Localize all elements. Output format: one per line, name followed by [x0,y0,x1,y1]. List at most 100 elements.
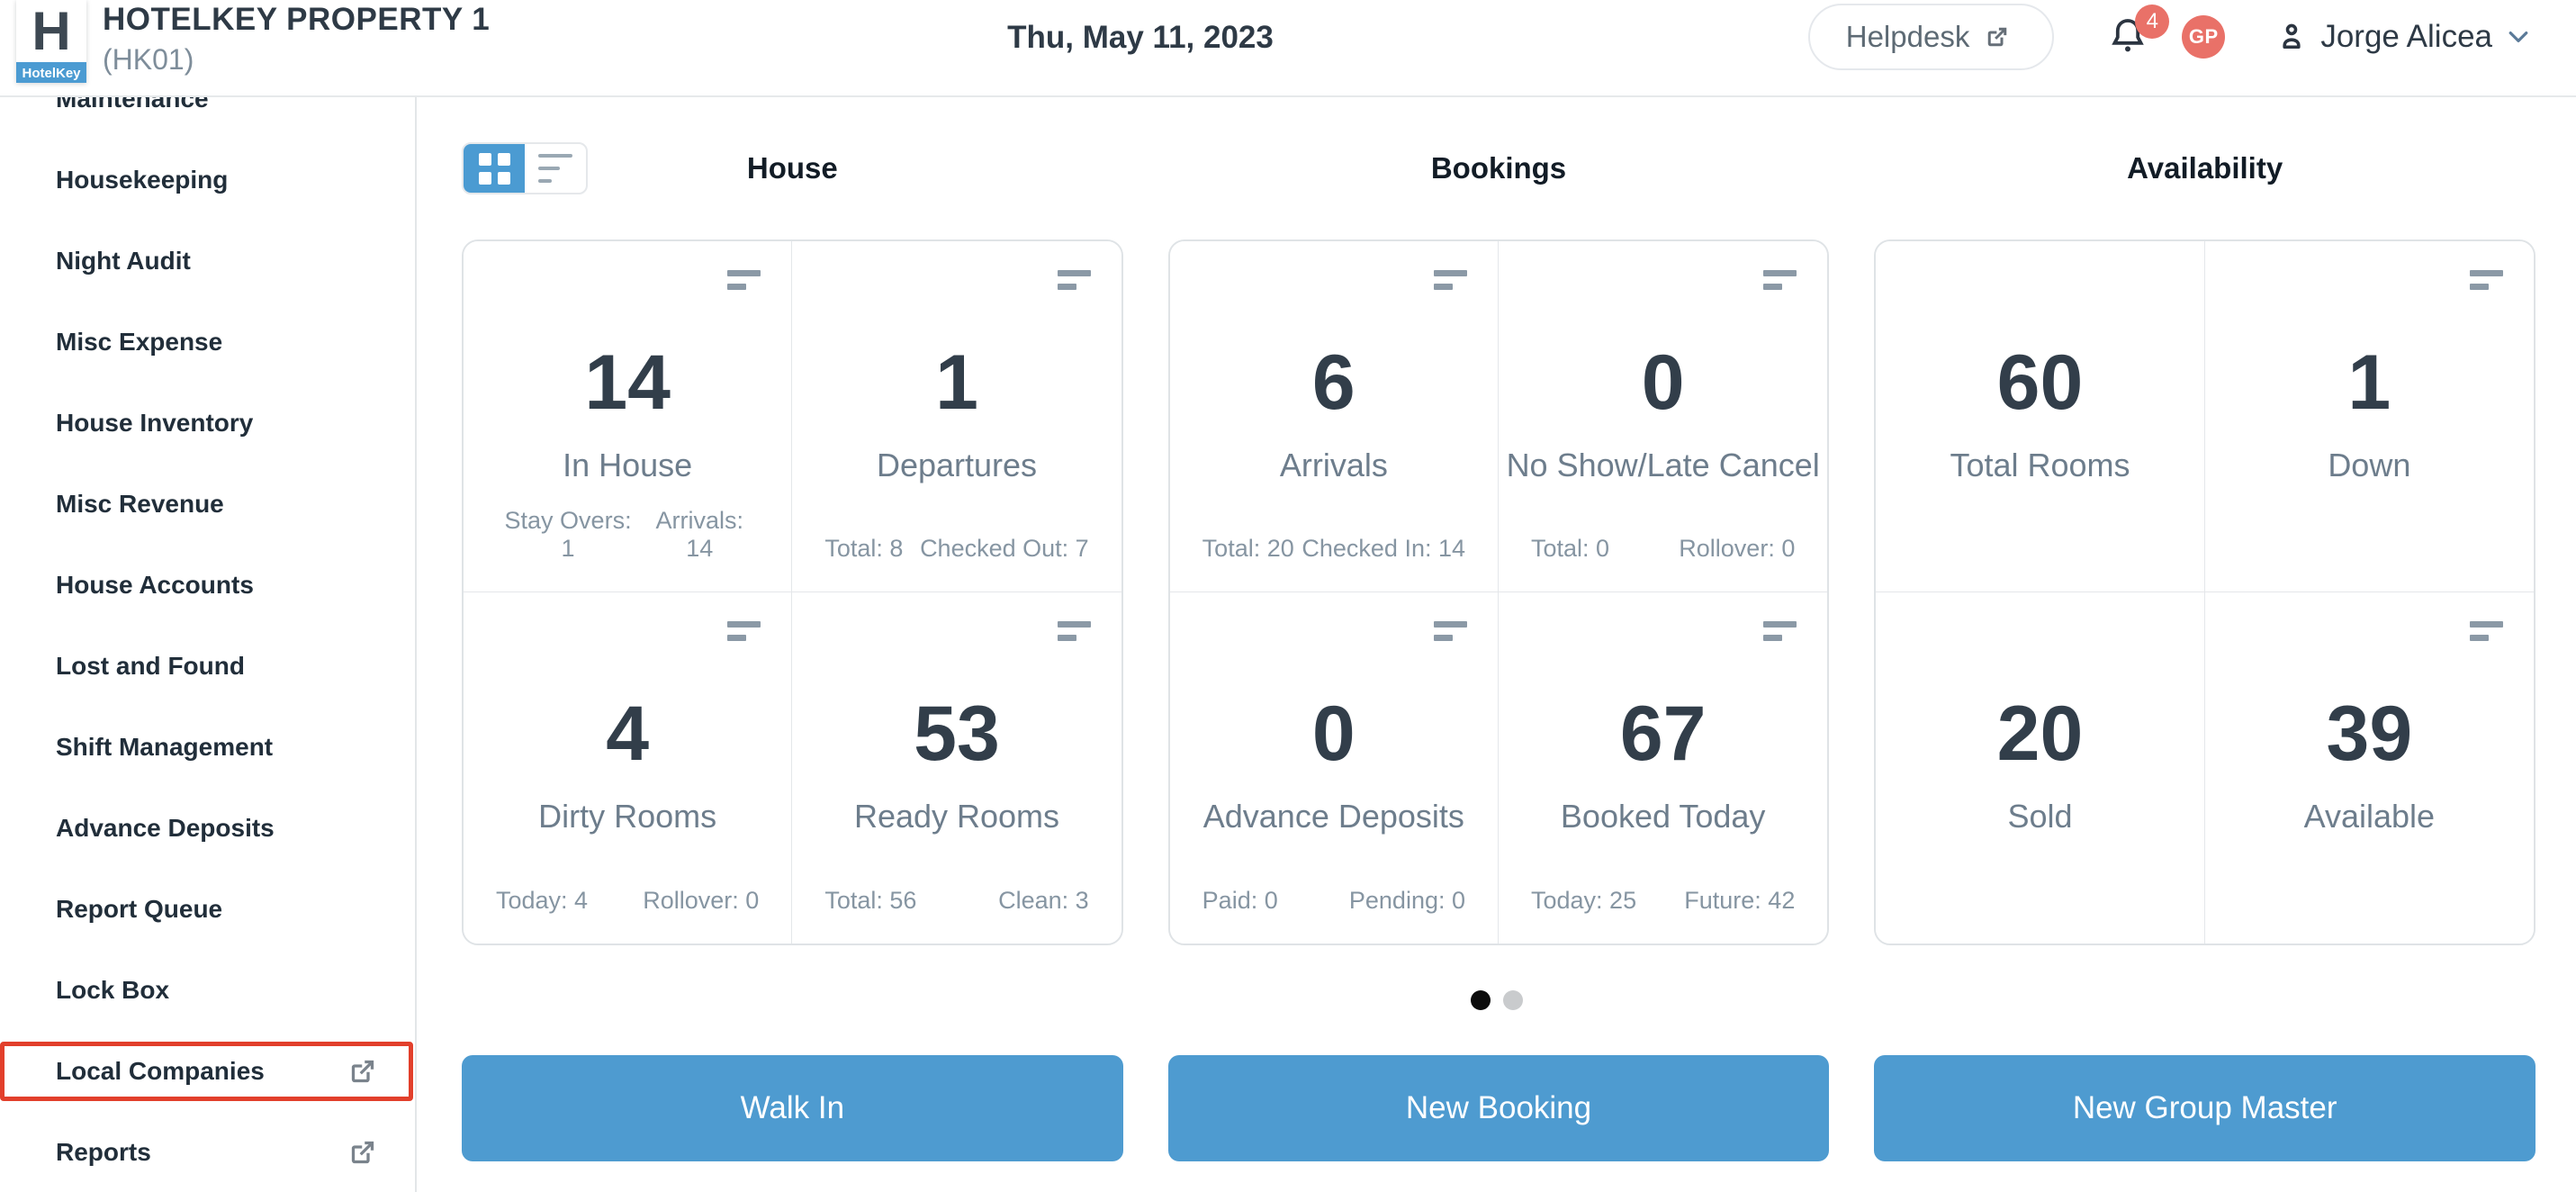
new-group-master-button[interactable]: New Group Master [1874,1055,2535,1161]
sidebar-item-misc-revenue[interactable]: Misc Revenue [0,464,415,545]
card-footer-left: Total: 8 [824,535,903,563]
carousel-dot-2[interactable] [1503,990,1523,1010]
notifications-button[interactable]: 4 [2106,14,2149,60]
sidebar-item-house-inventory[interactable]: House Inventory [0,383,415,464]
card-total-rooms[interactable]: 60 Total Rooms [1876,241,2204,592]
sidebar-item-report-queue[interactable]: Report Queue [0,869,415,950]
card-dirty-rooms[interactable]: 4 Dirty Rooms Today: 4 Rollover: 0 [464,592,792,944]
card-footer-left: Stay Overs: 1 [496,507,640,563]
card-label: Available [2205,798,2534,835]
property-name: HOTELKEY PROPERTY 1 [103,2,490,38]
sidebar-item-housekeeping[interactable]: Housekeeping [0,140,415,221]
sidebar-item-misc-expense[interactable]: Misc Expense [0,302,415,383]
card-down[interactable]: 1 Down [2205,241,2534,592]
card-stats-icon[interactable] [1763,270,1797,290]
card-label: Total Rooms [1876,447,2203,484]
sidebar-item-house-accounts[interactable]: House Accounts [0,545,415,626]
sidebar-item-label: Advance Deposits [56,814,275,843]
card-value: 1 [2205,342,2534,423]
sidebar-item-local-companies[interactable]: Local Companies [0,1031,415,1112]
card-stats-icon[interactable] [2470,621,2503,641]
card-in-house[interactable]: 14 In House Stay Overs: 1 Arrivals: 14 [464,241,792,592]
card-no-show-late-cancel[interactable]: 0 No Show/Late Cancel Total: 0 Rollover:… [1499,241,1827,592]
sidebar-item-label: Shift Management [56,733,273,762]
sidebar-item-label: Housekeeping [56,166,228,194]
sidebar-item-advance-deposits[interactable]: Advance Deposits [0,788,415,869]
card-value: 14 [464,342,791,423]
sidebar-item-label: House Inventory [56,409,253,438]
card-label: In House [464,447,791,484]
list-view-icon [538,154,572,183]
sidebar-item-reports[interactable]: Reports [0,1112,415,1192]
logo-letter: H [16,0,86,62]
view-toggle [462,142,588,194]
card-value: 1 [792,342,1121,423]
card-footer-left: Paid: 0 [1202,887,1278,915]
sidebar-item-maintenance[interactable]: Maintenance [0,97,415,140]
card-advance-deposits[interactable]: 0 Advance Deposits Paid: 0 Pending: 0 [1170,592,1499,944]
avatar[interactable]: GP [2182,15,2225,59]
sidebar-nav: Maintenance Housekeeping Night Audit Mis… [0,97,415,1192]
chevron-down-icon [2505,23,2532,50]
sidebar-item-label: Misc Expense [56,328,222,357]
card-footer-right: Checked Out: 7 [920,535,1089,563]
card-stats-icon[interactable] [727,621,761,641]
card-sold[interactable]: 20 Sold [1876,592,2204,944]
walk-in-button[interactable]: Walk In [462,1055,1123,1161]
card-label: Departures [792,447,1121,484]
card-label: Advance Deposits [1170,798,1498,835]
helpdesk-button[interactable]: Helpdesk [1808,4,2055,70]
card-value: 4 [464,693,791,774]
sidebar-item-label: House Accounts [56,571,254,600]
card-stats-icon[interactable] [727,270,761,290]
grid-view-button[interactable] [464,144,525,193]
card-footer-right: Clean: 3 [998,887,1089,915]
card-footer-left: Total: 0 [1531,535,1609,563]
sidebar-item-label: Night Audit [56,247,191,275]
property-code: (HK01) [103,43,490,77]
section-house: House 14 In House Stay Overs: 1 Arrivals… [462,97,1123,945]
section-headers-row: House 14 In House Stay Overs: 1 Arrivals… [417,97,2576,945]
card-stats-icon[interactable] [1058,270,1091,290]
list-view-button[interactable] [525,144,586,193]
card-label: Ready Rooms [792,798,1121,835]
card-stats-icon[interactable] [1058,621,1091,641]
card-value: 53 [792,693,1121,774]
sidebar-item-night-audit[interactable]: Night Audit [0,221,415,302]
sidebar-item-label: Reports [56,1138,151,1167]
top-header: H HotelKey HOTELKEY PROPERTY 1 (HK01) Th… [0,0,2576,97]
card-value: 0 [1499,342,1827,423]
grid-view-icon [479,153,510,185]
sidebar-item-lock-box[interactable]: Lock Box [0,950,415,1031]
card-label: Sold [1876,798,2203,835]
new-booking-button[interactable]: New Booking [1168,1055,1830,1161]
hotelkey-logo[interactable]: H HotelKey [16,0,86,83]
sidebar-item-shift-management[interactable]: Shift Management [0,707,415,788]
card-value: 20 [1876,693,2203,774]
sidebar-item-lost-and-found[interactable]: Lost and Found [0,626,415,707]
logo-brand-label: HotelKey [16,62,86,83]
card-booked-today[interactable]: 67 Booked Today Today: 25 Future: 42 [1499,592,1827,944]
card-stats-icon[interactable] [1434,270,1467,290]
card-departures[interactable]: 1 Departures Total: 8 Checked Out: 7 [792,241,1121,592]
card-stats-icon[interactable] [2470,270,2503,290]
sidebar-item-label: Report Queue [56,895,222,924]
user-name: Jorge Alicea [2320,19,2492,55]
carousel-dot-1[interactable] [1471,990,1491,1010]
card-footer-right: Rollover: 0 [643,887,759,915]
card-value: 67 [1499,693,1827,774]
card-footer-right: Future: 42 [1684,887,1795,915]
sidebar-item-label: Lock Box [56,976,169,1005]
card-value: 39 [2205,693,2534,774]
user-menu[interactable]: Jorge Alicea [2275,19,2532,55]
card-value: 60 [1876,342,2203,423]
header-actions: Helpdesk 4 GP Jorge Alicea [1808,4,2532,70]
card-available[interactable]: 39 Available [2205,592,2534,944]
card-stats-icon[interactable] [1763,621,1797,641]
card-footer-right: Arrivals: 14 [640,507,759,563]
card-footer-right: Rollover: 0 [1679,535,1795,563]
card-ready-rooms[interactable]: 53 Ready Rooms Total: 56 Clean: 3 [792,592,1121,944]
card-arrivals[interactable]: 6 Arrivals Total: 20 Checked In: 14 [1170,241,1499,592]
card-stats-icon[interactable] [1434,621,1467,641]
body: Maintenance Housekeeping Night Audit Mis… [0,97,2576,1192]
